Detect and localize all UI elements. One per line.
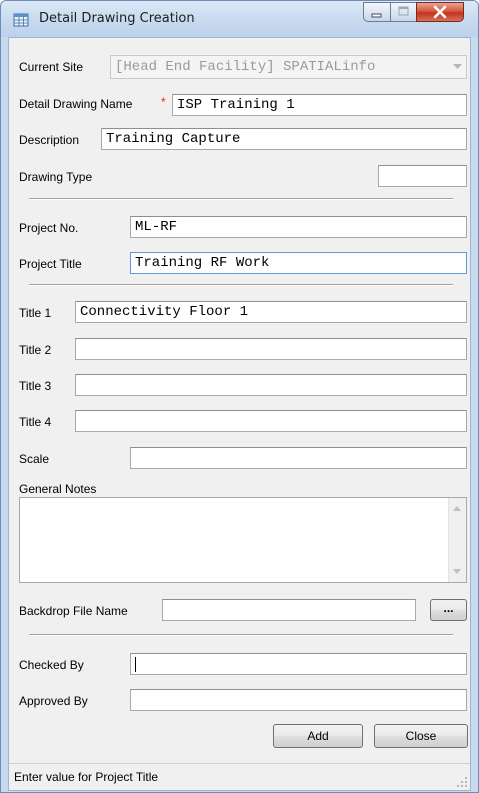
scroll-up-icon[interactable] bbox=[453, 506, 461, 511]
checked-by-label: Checked By bbox=[19, 658, 84, 672]
approved-by-field[interactable] bbox=[130, 689, 467, 711]
browse-button[interactable]: ... bbox=[430, 599, 467, 621]
grid-document-icon bbox=[13, 13, 29, 27]
approved-by-label: Approved By bbox=[19, 694, 88, 708]
minimize-button[interactable] bbox=[363, 2, 391, 22]
description-label: Description bbox=[19, 133, 80, 147]
text-caret bbox=[135, 657, 136, 672]
detail-drawing-name-field[interactable]: ISP Training 1 bbox=[172, 94, 467, 116]
current-site-value: [Head End Facility] SPATIALinfo bbox=[115, 59, 376, 75]
title-1-field[interactable]: Connectivity Floor 1 bbox=[75, 301, 467, 323]
separator bbox=[29, 634, 453, 636]
checked-by-field[interactable] bbox=[130, 653, 467, 675]
backdrop-file-name-field[interactable] bbox=[162, 599, 416, 621]
title-2-field[interactable] bbox=[75, 338, 467, 360]
project-title-field[interactable]: Training RF Work bbox=[130, 252, 467, 274]
close-button[interactable]: Close bbox=[374, 724, 468, 748]
maximize-button[interactable] bbox=[390, 2, 417, 22]
project-no-field[interactable]: ML-RF bbox=[130, 216, 467, 238]
project-title-label: Project Title bbox=[19, 257, 82, 271]
current-site-label: Current Site bbox=[19, 60, 84, 74]
scale-label: Scale bbox=[19, 452, 50, 466]
current-site-select[interactable]: [Head End Facility] SPATIALinfo bbox=[110, 55, 467, 79]
maximize-icon bbox=[398, 6, 409, 16]
dialog-client-area: Current Site [Head End Facility] SPATIAL… bbox=[8, 37, 471, 791]
title-bar[interactable]: Detail Drawing Creation bbox=[1, 1, 478, 37]
status-bar: Enter value for Project Title bbox=[9, 763, 470, 790]
vertical-scrollbar[interactable] bbox=[448, 498, 466, 582]
title-3-label: Title 3 bbox=[19, 379, 52, 393]
general-notes-textarea[interactable] bbox=[19, 497, 467, 583]
dialog-window: Detail Drawing Creation Current Site [He… bbox=[0, 0, 479, 793]
title-3-field[interactable] bbox=[75, 374, 467, 396]
title-4-field[interactable] bbox=[75, 410, 467, 432]
title-4-label: Title 4 bbox=[19, 415, 52, 429]
resize-grip-icon[interactable] bbox=[456, 776, 468, 788]
chevron-down-icon bbox=[453, 64, 462, 69]
backdrop-file-name-label: Backdrop File Name bbox=[19, 604, 128, 618]
window-close-button[interactable] bbox=[416, 2, 464, 22]
title-2-label: Title 2 bbox=[19, 343, 52, 357]
window-title: Detail Drawing Creation bbox=[39, 11, 195, 26]
general-notes-label: General Notes bbox=[19, 482, 97, 496]
separator bbox=[29, 198, 453, 200]
status-text: Enter value for Project Title bbox=[14, 770, 159, 784]
scale-field[interactable] bbox=[130, 447, 467, 469]
required-marker: * bbox=[161, 95, 166, 109]
drawing-type-field[interactable] bbox=[378, 165, 467, 187]
title-1-label: Title 1 bbox=[19, 306, 52, 320]
project-no-label: Project No. bbox=[19, 221, 79, 235]
scroll-down-icon[interactable] bbox=[453, 569, 461, 574]
close-icon bbox=[433, 5, 447, 19]
minimize-icon bbox=[371, 13, 382, 18]
separator bbox=[29, 284, 453, 286]
description-field[interactable]: Training Capture bbox=[101, 128, 467, 150]
drawing-type-label: Drawing Type bbox=[19, 170, 93, 184]
add-button[interactable]: Add bbox=[273, 724, 363, 748]
detail-drawing-name-label: Detail Drawing Name bbox=[19, 97, 133, 111]
